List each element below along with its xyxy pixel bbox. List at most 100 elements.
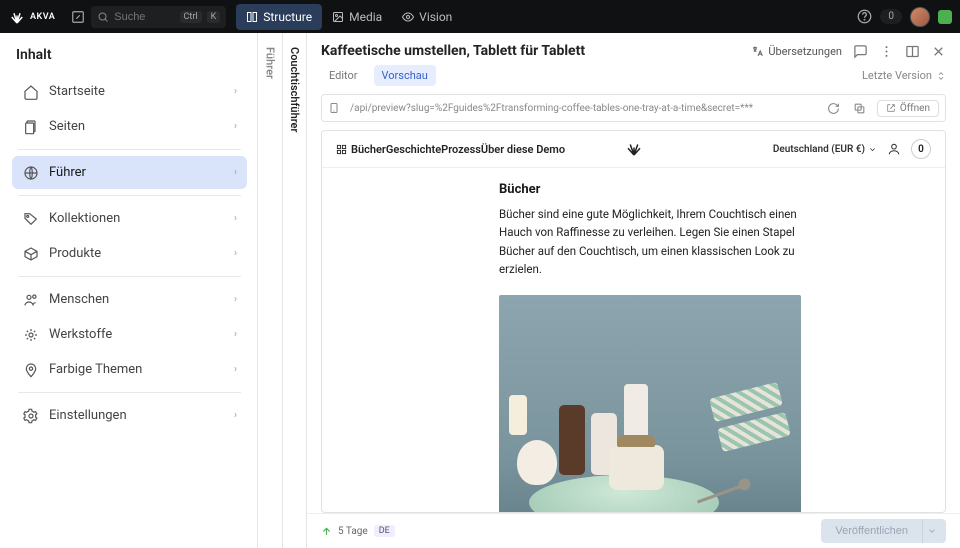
locale-selector[interactable]: Deutschland (EUR €): [773, 144, 877, 155]
app-badge-icon[interactable]: [938, 10, 952, 24]
tag-icon: [22, 210, 39, 227]
vision-icon: [402, 11, 414, 23]
subtab-editor[interactable]: Editor: [321, 65, 366, 86]
sidebar-item-startseite[interactable]: Startseite ›: [12, 75, 247, 108]
sidebar-item-label: Seiten: [49, 119, 85, 134]
nav-tabs: Structure Media Vision: [236, 4, 462, 30]
language-badge: DE: [374, 525, 395, 537]
tab-vision-label: Vision: [419, 10, 452, 24]
sidebar-item-fuhrer[interactable]: Führer ›: [12, 156, 247, 189]
more-icon[interactable]: [878, 43, 894, 59]
sidebar-item-label: Startseite: [49, 84, 105, 99]
sidebar-item-einstellungen[interactable]: Einstellungen ›: [12, 399, 247, 432]
sidebar-item-label: Werkstoffe: [49, 327, 112, 342]
translate-icon: [751, 45, 764, 58]
preview-image: [499, 295, 801, 512]
tab-media-label: Media: [349, 10, 382, 24]
sidebar-item-werkstoffe[interactable]: Werkstoffe ›: [12, 318, 247, 351]
subtab-vorschau[interactable]: Vorschau: [374, 65, 436, 86]
publish-more-button[interactable]: [922, 519, 946, 543]
version-label: Letzte Version: [862, 69, 932, 82]
brand-name: AKVA: [30, 12, 55, 22]
open-button[interactable]: Öffnen: [877, 100, 939, 117]
preview-nav: Bücher Geschichte Prozess Über diese Dem…: [322, 131, 945, 168]
chevron-down-icon: [868, 145, 877, 154]
home-icon: [22, 83, 39, 100]
vertical-tab-fuhrer[interactable]: Führer: [258, 33, 282, 548]
updated-ago: 5 Tage: [338, 526, 368, 537]
vertical-tab-couchtischfuhrer[interactable]: Couchtischführer: [282, 33, 306, 548]
comment-icon[interactable]: [852, 43, 868, 59]
chevron-right-icon: ›: [234, 294, 237, 305]
sidebar-item-menschen[interactable]: Menschen ›: [12, 283, 247, 316]
sidebar-item-produkte[interactable]: Produkte ›: [12, 237, 247, 270]
search-input[interactable]: [114, 11, 174, 23]
chevron-updown-icon: [936, 71, 946, 81]
split-icon[interactable]: [904, 43, 920, 59]
grid-icon: [336, 144, 347, 155]
publish-button[interactable]: Veröffentlichen: [821, 519, 922, 543]
locale-label: Deutschland (EUR €): [773, 144, 865, 155]
material-icon: [22, 326, 39, 343]
tab-structure[interactable]: Structure: [236, 4, 322, 30]
publish-group: Veröffentlichen: [821, 519, 946, 543]
document-footer: 5 Tage DE Veröffentlichen: [307, 513, 960, 548]
chevron-right-icon: ›: [234, 121, 237, 132]
preview-nav-bucher[interactable]: Bücher: [336, 143, 386, 156]
divider: [18, 276, 241, 277]
document-header: Kaffeetische umstellen, Tablett für Tabl…: [307, 33, 960, 63]
user-icon[interactable]: [887, 142, 901, 156]
preview-url: /api/preview?slug=%2Fguides%2Ftransformi…: [350, 103, 817, 114]
chevron-right-icon: ›: [234, 364, 237, 375]
refresh-icon[interactable]: [825, 99, 843, 117]
preview-logo-icon: [620, 140, 648, 158]
preview-nav-demo[interactable]: Über diese Demo: [481, 143, 565, 156]
vertical-tab-label: Führer: [264, 47, 277, 79]
box-icon: [22, 245, 39, 262]
globe-icon: [22, 164, 39, 181]
cart-count[interactable]: 0: [911, 139, 931, 159]
chevron-right-icon: ›: [234, 167, 237, 178]
chevron-right-icon: ›: [234, 213, 237, 224]
section-title: Bücher: [499, 182, 923, 197]
help-icon[interactable]: [857, 9, 872, 24]
divider: [18, 392, 241, 393]
close-icon[interactable]: [930, 43, 946, 59]
divider: [18, 195, 241, 196]
structure-icon: [246, 11, 258, 23]
chevron-right-icon: ›: [234, 410, 237, 421]
sidebar-item-label: Führer: [49, 165, 86, 180]
version-selector[interactable]: Letzte Version: [862, 69, 946, 82]
tab-media[interactable]: Media: [322, 4, 392, 30]
pin-icon: [22, 361, 39, 378]
edit-icon[interactable]: [65, 4, 91, 30]
device-icon[interactable]: [328, 101, 342, 115]
translations-button[interactable]: Übersetzungen: [751, 45, 842, 58]
sidebar: Inhalt Startseite › Seiten › Führer › Ko…: [0, 33, 258, 548]
media-icon: [332, 11, 344, 23]
brand-logo-icon: [8, 8, 26, 26]
avatar[interactable]: [910, 7, 930, 27]
pages-icon: [22, 118, 39, 135]
search-input-wrap[interactable]: Ctrl K: [91, 6, 226, 28]
sidebar-item-seiten[interactable]: Seiten ›: [12, 110, 247, 143]
preview-nav-geschichte[interactable]: Geschichte: [386, 143, 441, 156]
sidebar-item-label: Farbige Themen: [49, 362, 142, 377]
chevron-right-icon: ›: [234, 329, 237, 340]
sidebar-item-farbige-themen[interactable]: Farbige Themen ›: [12, 353, 247, 386]
copy-icon[interactable]: [851, 99, 869, 117]
section-body: Bücher sind eine gute Möglichkeit, Ihrem…: [499, 205, 829, 279]
kbd-ctrl: Ctrl: [180, 11, 202, 23]
preview-nav-prozess[interactable]: Prozess: [441, 143, 481, 156]
open-label: Öffnen: [900, 103, 930, 114]
kbd-k: K: [207, 11, 221, 23]
tab-structure-label: Structure: [263, 10, 312, 24]
vertical-tabs: Führer Couchtischführer: [258, 33, 307, 548]
people-icon: [22, 291, 39, 308]
tab-vision[interactable]: Vision: [392, 4, 462, 30]
notification-count[interactable]: 0: [880, 9, 902, 24]
publish-status-icon: [321, 526, 332, 537]
sidebar-item-kollektionen[interactable]: Kollektionen ›: [12, 202, 247, 235]
document-header-actions: Übersetzungen: [751, 43, 946, 59]
topbar-right: 0: [857, 7, 952, 27]
